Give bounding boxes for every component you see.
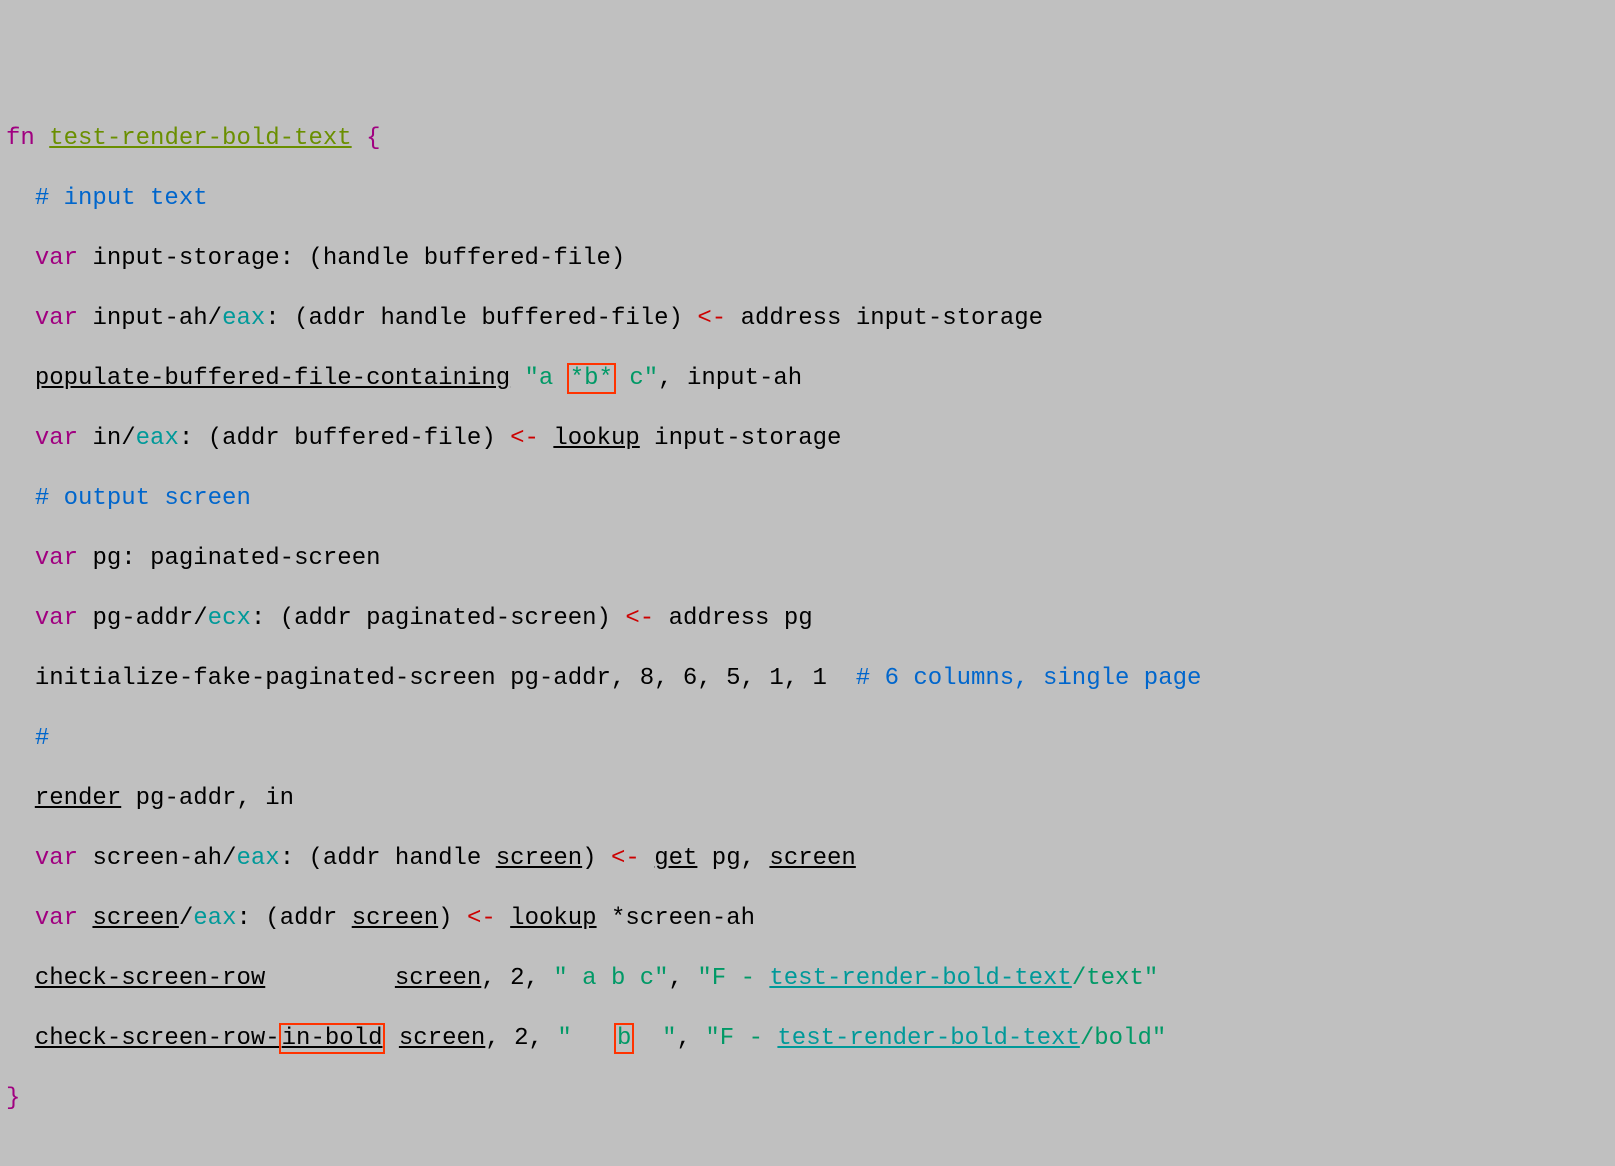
code-line: var screen-ah/eax: (addr handle screen) …: [6, 844, 1609, 874]
rest-pre: pg,: [697, 845, 769, 872]
var-name: input-ah: [92, 305, 207, 332]
var-name: screen-ah: [92, 845, 222, 872]
keyword-var: var: [35, 845, 78, 872]
register: eax: [236, 845, 279, 872]
call-link[interactable]: check-screen-row: [35, 965, 265, 992]
call: initialize-fake-paginated-screen pg-addr…: [35, 665, 640, 692]
type: (addr paginated-screen): [280, 605, 611, 632]
keyword-var: var: [35, 545, 78, 572]
brace-open: {: [366, 125, 380, 152]
keyword-var: var: [35, 425, 78, 452]
type-link[interactable]: screen: [496, 845, 582, 872]
keyword-fn: fn: [6, 125, 35, 152]
highlight-box: b: [614, 1023, 634, 1054]
var-name: input-storage:: [92, 245, 294, 272]
code-line: var in/eax: (addr buffered-file) <- look…: [6, 424, 1609, 454]
register: eax: [193, 905, 236, 932]
number: 2: [510, 965, 524, 992]
type-pre: (addr: [265, 905, 351, 932]
arrow: <-: [625, 605, 654, 632]
arrow: <-: [611, 845, 640, 872]
type: (addr buffered-file): [208, 425, 496, 452]
string-literal-pre: "F -: [697, 965, 769, 992]
code-line: # output screen: [6, 484, 1609, 514]
register: eax: [136, 425, 179, 452]
var-name-link[interactable]: screen: [92, 905, 178, 932]
string-link[interactable]: test-render-bold-text: [769, 965, 1071, 992]
call-link[interactable]: lookup: [510, 905, 596, 932]
string-literal-pre: "a: [525, 365, 568, 392]
code-line: }: [6, 1084, 1609, 1114]
register: eax: [222, 305, 265, 332]
code-line: check-screen-row screen, 2, " a b c", "F…: [6, 964, 1609, 994]
register: ecx: [208, 605, 251, 632]
code-line: initialize-fake-paginated-screen pg-addr…: [6, 664, 1609, 694]
call-link[interactable]: get: [654, 845, 697, 872]
number: 2: [514, 1025, 528, 1052]
rest: *screen-ah: [597, 905, 755, 932]
type-pre: (addr handle: [309, 845, 496, 872]
call-link[interactable]: populate-buffered-file-containing: [35, 365, 510, 392]
arg-link[interactable]: screen: [399, 1025, 485, 1052]
string-literal-post: /text": [1072, 965, 1158, 992]
type: paginated-screen: [150, 545, 380, 572]
type-post: ): [582, 845, 596, 872]
code-line: render pg-addr, in: [6, 784, 1609, 814]
function-name[interactable]: test-render-bold-text: [49, 125, 351, 152]
pad: [265, 965, 380, 992]
highlight-box: *b*: [567, 363, 616, 394]
code-line: populate-buffered-file-containing "a *b*…: [6, 364, 1609, 394]
arg-link[interactable]: screen: [395, 965, 481, 992]
code-line: check-screen-row-in-bold screen, 2, " b …: [6, 1024, 1609, 1054]
arrow: <-: [697, 305, 726, 332]
rest: , input-ah: [658, 365, 802, 392]
type-post: ): [438, 905, 452, 932]
string-literal-post: /bold": [1080, 1025, 1166, 1052]
comment: # output screen: [35, 485, 251, 512]
rest: input-storage: [640, 425, 842, 452]
type-link[interactable]: screen: [352, 905, 438, 932]
var-name: pg-addr: [92, 605, 193, 632]
brace-close: }: [6, 1085, 20, 1112]
type: (addr handle buffered-file): [294, 305, 683, 332]
var-name: pg:: [92, 545, 135, 572]
rest: pg-addr, in: [121, 785, 294, 812]
code-line: var input-ah/eax: (addr handle buffered-…: [6, 304, 1609, 334]
string-literal-pre: "F -: [705, 1025, 777, 1052]
type: (handle buffered-file): [308, 245, 625, 272]
rhs: address pg: [669, 605, 813, 632]
keyword-var: var: [35, 905, 78, 932]
arrow: <-: [467, 905, 496, 932]
code-line: # input text: [6, 184, 1609, 214]
comment: #: [35, 725, 49, 752]
numbers: 8, 6, 5, 1, 1: [640, 665, 827, 692]
arrow: <-: [510, 425, 539, 452]
highlight-box[interactable]: in-bold: [279, 1023, 386, 1054]
keyword-var: var: [35, 305, 78, 332]
code-line: var screen/eax: (addr screen) <- lookup …: [6, 904, 1609, 934]
code-line: var pg: paginated-screen: [6, 544, 1609, 574]
var-name: in: [92, 425, 121, 452]
keyword-var: var: [35, 245, 78, 272]
code-line: var pg-addr/ecx: (addr paginated-screen)…: [6, 604, 1609, 634]
code-line: var input-storage: (handle buffered-file…: [6, 244, 1609, 274]
type-link[interactable]: screen: [769, 845, 855, 872]
string-literal-post: c": [615, 365, 658, 392]
call-link[interactable]: render: [35, 785, 121, 812]
comment: # input text: [35, 185, 208, 212]
code-line: #: [6, 724, 1609, 754]
call-link[interactable]: lookup: [553, 425, 639, 452]
string-link[interactable]: test-render-bold-text: [777, 1025, 1079, 1052]
string-literal-post: ": [633, 1025, 676, 1052]
call-link-pre[interactable]: check-screen-row-: [35, 1025, 280, 1052]
code-line: fn test-render-bold-text {: [6, 124, 1609, 154]
string-literal-pre: ": [557, 1025, 615, 1052]
keyword-var: var: [35, 605, 78, 632]
comment: # 6 columns, single page: [827, 665, 1201, 692]
rhs: address input-storage: [741, 305, 1043, 332]
string-literal: " a b c": [553, 965, 668, 992]
